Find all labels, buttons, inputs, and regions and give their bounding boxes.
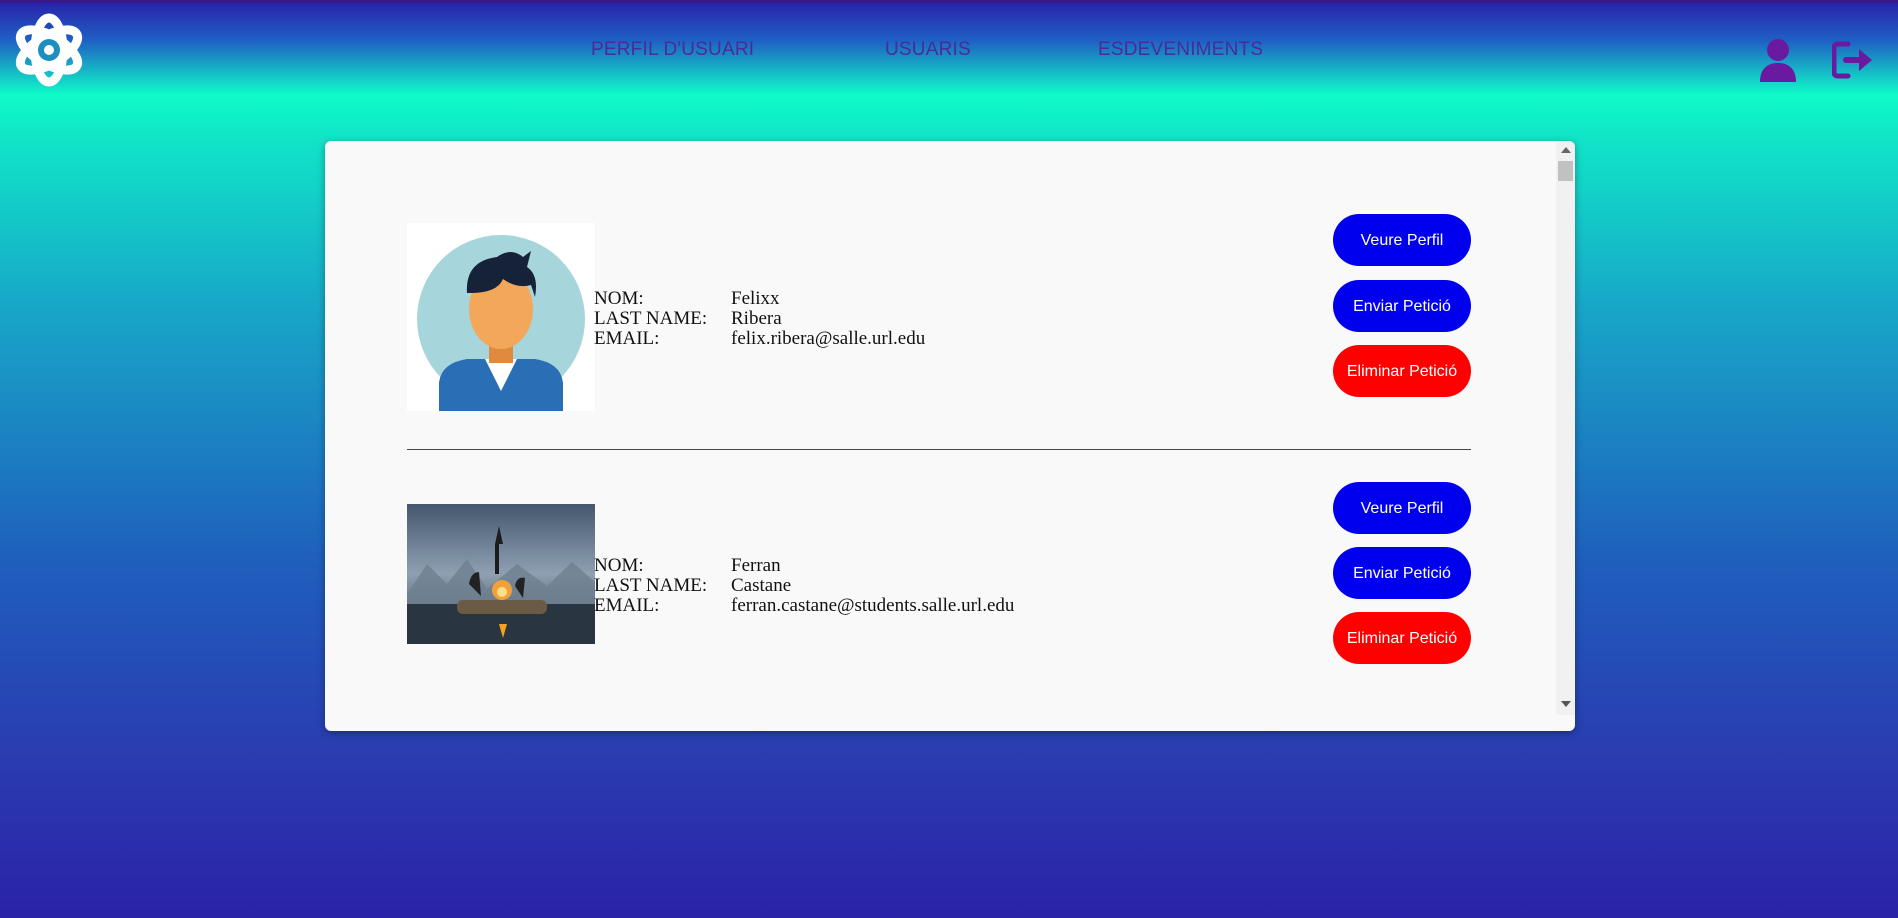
- scroll-down-arrow-icon[interactable]: [1561, 701, 1571, 707]
- last-name-label: LAST NAME:: [594, 575, 708, 596]
- users-list-card: NOM: Felixx LAST NAME: Ribera EMAIL: fel…: [325, 141, 1575, 731]
- name-value: Ferran: [731, 555, 781, 576]
- user-row: NOM: Ferran LAST NAME: Castane EMAIL: fe…: [407, 482, 1471, 690]
- email-value: felix.ribera@salle.url.edu: [731, 328, 926, 349]
- top-border: [0, 0, 1898, 3]
- logout-icon[interactable]: [1831, 40, 1878, 80]
- name-label: NOM:: [594, 288, 644, 309]
- user-icon[interactable]: [1758, 38, 1798, 82]
- delete-request-button[interactable]: Eliminar Petició: [1333, 612, 1471, 664]
- main-nav: PERFIL D'USUARI USUARIS ESDEVENIMENTS: [0, 39, 1898, 63]
- scroll-up-arrow-icon[interactable]: [1561, 147, 1571, 153]
- last-name-value: Castane: [731, 575, 792, 596]
- scrollbar-thumb[interactable]: [1558, 161, 1573, 181]
- email-label: EMAIL:: [594, 328, 660, 349]
- send-request-button[interactable]: Enviar Petició: [1333, 547, 1471, 599]
- user-row: NOM: Felixx LAST NAME: Ribera EMAIL: fel…: [407, 214, 1471, 413]
- delete-request-button[interactable]: Eliminar Petició: [1333, 345, 1471, 397]
- row-divider: [407, 449, 1471, 450]
- last-name-value: Ribera: [731, 308, 782, 329]
- email-value: ferran.castane@students.salle.url.edu: [731, 595, 1015, 616]
- name-value: Felixx: [731, 288, 780, 309]
- last-name-label: LAST NAME:: [594, 308, 708, 329]
- vertical-scrollbar[interactable]: [1556, 141, 1575, 715]
- user-photo: [407, 504, 595, 644]
- nav-link-users[interactable]: USUARIS: [885, 39, 971, 61]
- nav-link-events[interactable]: ESDEVENIMENTS: [1098, 39, 1263, 61]
- email-label: EMAIL:: [594, 595, 660, 616]
- view-profile-button[interactable]: Veure Perfil: [1333, 214, 1471, 266]
- user-avatar: [407, 223, 595, 411]
- name-label: NOM:: [594, 555, 644, 576]
- view-profile-button[interactable]: Veure Perfil: [1333, 482, 1471, 534]
- nav-link-profile[interactable]: PERFIL D'USUARI: [591, 39, 754, 61]
- send-request-button[interactable]: Enviar Petició: [1333, 280, 1471, 332]
